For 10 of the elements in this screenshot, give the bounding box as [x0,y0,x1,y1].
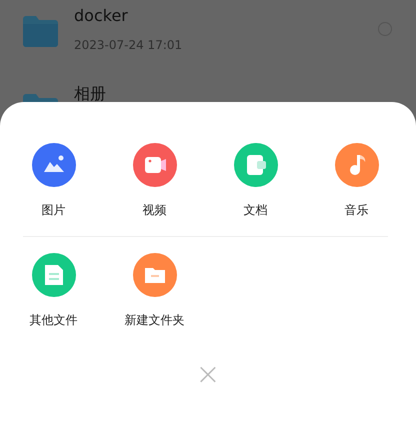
upload-option[interactable]: 其他文件 [3,253,104,329]
upload-option[interactable]: 音乐 [306,143,407,219]
file-name: 相册 [74,84,107,104]
upload-option[interactable]: 新建文件夹 [104,253,205,329]
upload-option[interactable]: 文档 [205,143,306,219]
file-name: docker [74,6,129,26]
folder-icon [23,14,58,47]
upload-option[interactable]: 图片 [3,143,104,219]
upload-option[interactable]: 视频 [104,143,205,219]
file-date: 2023-07-24 17:01 [74,37,184,54]
